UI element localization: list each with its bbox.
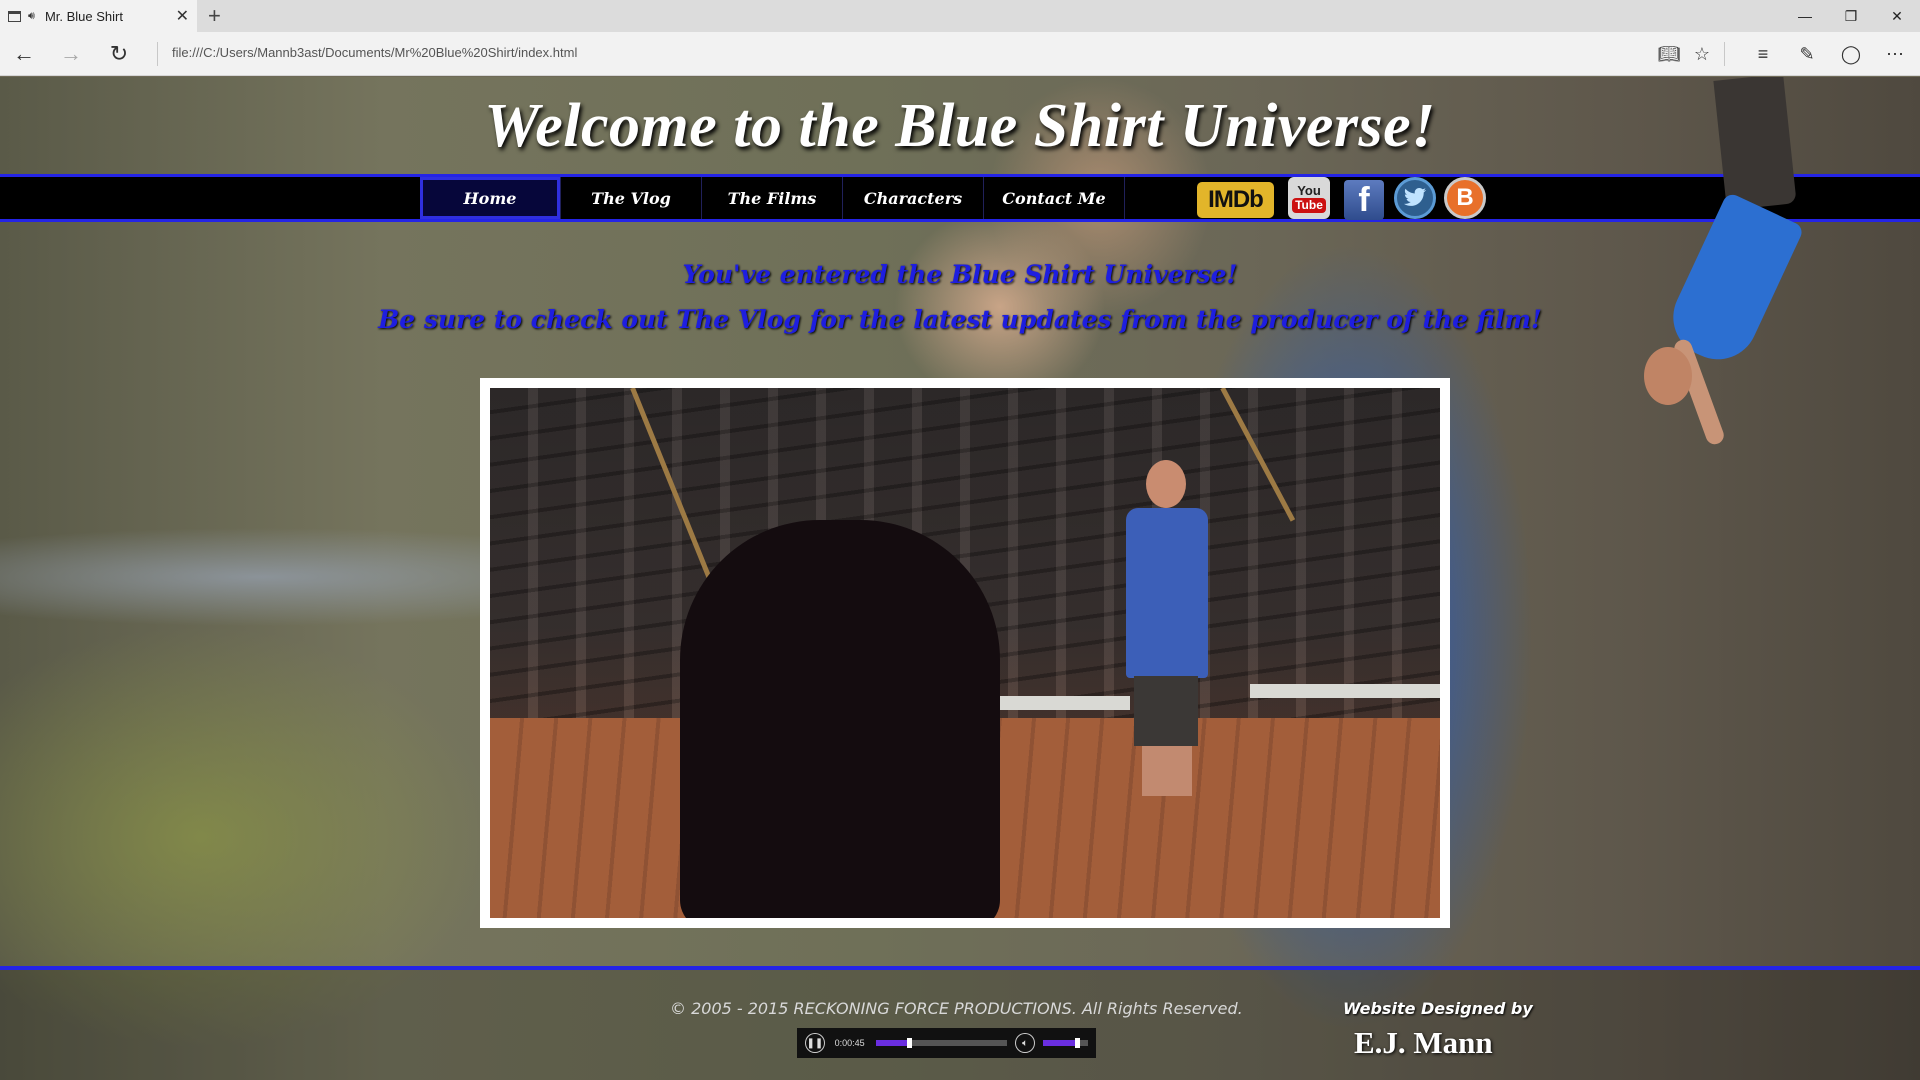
nav-item-vlog[interactable]: The Vlog xyxy=(561,177,702,219)
tab-title: Mr. Blue Shirt xyxy=(44,8,123,24)
favorite-star-icon[interactable]: ☆ xyxy=(1686,40,1718,68)
hub-icon[interactable]: ≡ xyxy=(1747,40,1779,68)
twitter-icon[interactable] xyxy=(1394,177,1436,219)
minimize-icon[interactable]: — xyxy=(1782,0,1828,32)
nav-menu: Home The Vlog The Films Characters Conta… xyxy=(420,177,1125,219)
nav-item-contact[interactable]: Contact Me xyxy=(984,177,1125,219)
web-note-icon[interactable]: ✎ xyxy=(1791,40,1823,68)
volume-thumb[interactable] xyxy=(1074,1038,1080,1048)
youtube-icon-you: You xyxy=(1297,182,1321,198)
imdb-icon[interactable]: IMDb xyxy=(1197,182,1274,218)
browser-tab[interactable]: 🔊︎ Mr. Blue Shirt ✕ xyxy=(0,0,197,32)
audio-player: ❚❚ 0:00:45 🔈︎ xyxy=(797,1028,1096,1058)
nav-item-home[interactable]: Home xyxy=(420,177,561,219)
back-icon[interactable]: ← xyxy=(9,40,39,68)
reading-view-icon[interactable]: 📖︎ xyxy=(1653,40,1685,68)
refresh-icon[interactable]: ↻ xyxy=(104,40,134,68)
nav-item-characters[interactable]: Characters xyxy=(843,177,984,219)
blogger-icon[interactable]: B xyxy=(1444,177,1486,219)
more-icon[interactable]: ⋯ xyxy=(1879,40,1911,68)
audio-time: 0:00:45 xyxy=(834,1038,865,1048)
address-bar: ← → ↻ file:///C:/Users/Mannb3ast/Documen… xyxy=(0,32,1920,76)
audio-seek-thumb[interactable] xyxy=(906,1038,912,1048)
tab-close-icon[interactable]: ✕ xyxy=(176,6,189,26)
page-viewport: Welcome to the Blue Shirt Universe! Home… xyxy=(0,77,1920,1080)
new-tab-icon[interactable]: + xyxy=(208,3,221,29)
page-icon xyxy=(8,10,21,22)
designer-name: E.J. Mann xyxy=(1354,1025,1493,1060)
volume-fill xyxy=(1042,1040,1077,1046)
audio-playing-icon[interactable]: 🔊︎ xyxy=(28,10,35,23)
close-window-icon[interactable]: ✕ xyxy=(1874,0,1920,32)
url-field[interactable]: file:///C:/Users/Mannb3ast/Documents/Mr%… xyxy=(172,45,577,60)
designed-by-label: Website Designed by xyxy=(1343,999,1533,1018)
toolbar-separator xyxy=(1724,42,1725,66)
share-icon[interactable]: ◯ xyxy=(1835,40,1867,68)
youtube-icon[interactable]: You Tube xyxy=(1288,177,1330,219)
restore-icon[interactable]: ❐ xyxy=(1828,0,1874,32)
footer xyxy=(0,970,1920,1080)
pause-icon[interactable]: ❚❚ xyxy=(805,1033,825,1053)
facebook-icon[interactable]: f xyxy=(1344,180,1384,220)
forward-icon[interactable]: → xyxy=(56,40,86,68)
audio-seek-bar[interactable] xyxy=(875,1038,1008,1048)
tab-strip: 🔊︎ Mr. Blue Shirt ✕ + — ❐ ✕ xyxy=(0,0,1920,32)
featured-film-still xyxy=(490,388,1440,918)
address-separator xyxy=(157,42,158,66)
youtube-icon-tube: Tube xyxy=(1292,197,1326,213)
copyright-text: © 2005 - 2015 RECKONING FORCE PRODUCTION… xyxy=(670,999,1243,1018)
volume-slider[interactable] xyxy=(1042,1038,1088,1048)
audio-seek-fill xyxy=(875,1040,909,1046)
nav-item-films[interactable]: The Films xyxy=(702,177,843,219)
featured-image-frame xyxy=(480,378,1450,928)
hanging-man-image xyxy=(1630,77,1810,467)
volume-icon[interactable]: 🔈︎ xyxy=(1015,1033,1035,1053)
twitter-bird-icon xyxy=(1404,188,1426,206)
